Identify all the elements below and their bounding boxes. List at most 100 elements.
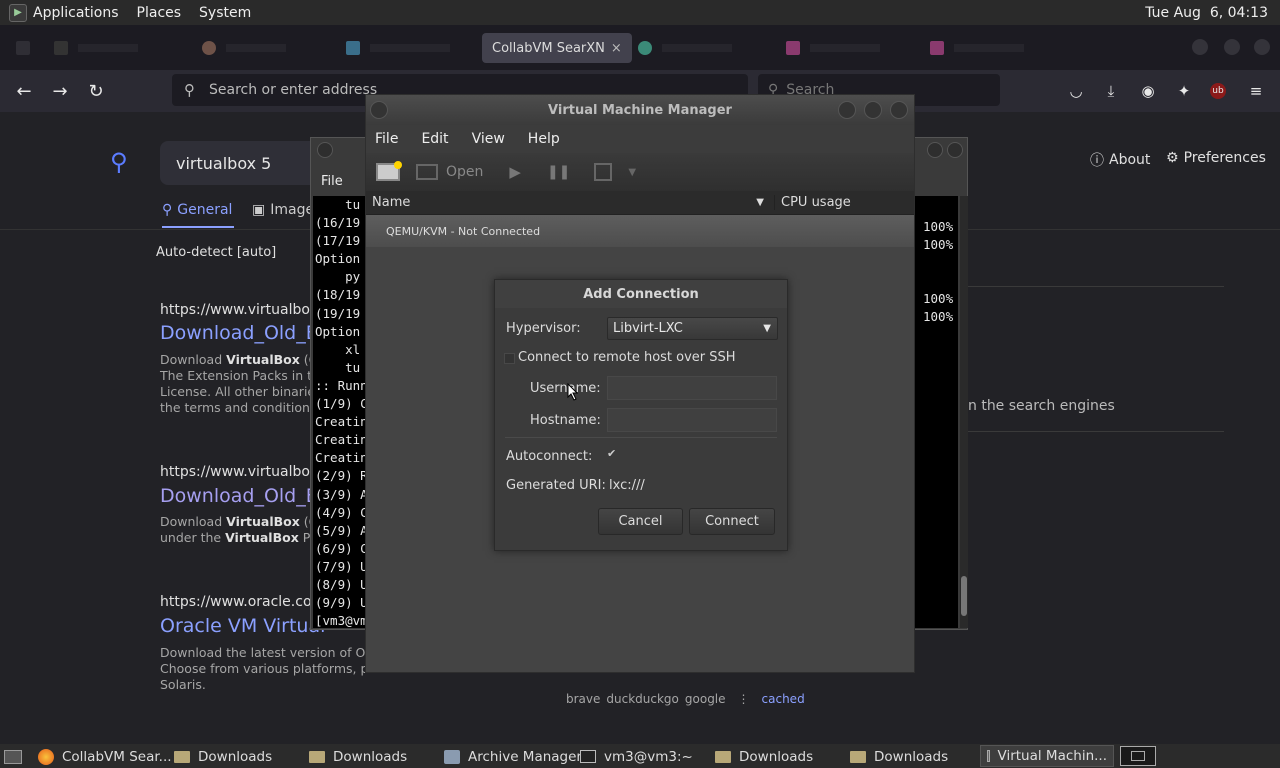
open-button[interactable]: Open: [446, 164, 483, 180]
window-menu-icon[interactable]: [317, 142, 333, 158]
close-window-icon[interactable]: [1254, 39, 1270, 55]
terminal-menu-file[interactable]: File: [321, 174, 343, 189]
folder-icon: [174, 750, 190, 763]
ublock-icon[interactable]: ub: [1210, 83, 1226, 99]
taskbar-item-virtual-machine-manager[interactable]: Virtual Machin...: [980, 745, 1114, 767]
query-input[interactable]: virtualbox 5: [160, 141, 320, 185]
workspace-switcher[interactable]: [1120, 746, 1156, 766]
menu-icon[interactable]: ≡: [1246, 81, 1266, 101]
maximize-icon[interactable]: [864, 101, 882, 119]
minimize-icon[interactable]: [838, 101, 856, 119]
result-url[interactable]: https://www.oracle.com: [160, 594, 325, 610]
column-name[interactable]: Name ▼: [366, 195, 775, 210]
username-field[interactable]: [607, 376, 777, 400]
gnome-foot-icon[interactable]: ▶: [9, 3, 27, 22]
chevron-down-icon: ▼: [763, 323, 771, 334]
preferences-link[interactable]: ⚙ Preferences: [1166, 150, 1266, 166]
tab-overflow[interactable]: [16, 33, 40, 63]
system-menu[interactable]: System: [199, 5, 251, 21]
reload-icon[interactable]: ↻: [84, 79, 108, 103]
show-desktop-icon[interactable]: [4, 747, 22, 766]
hypervisor-select[interactable]: Libvirt-LXC ▼: [607, 317, 778, 340]
tab-collabvm-searxng[interactable]: CollabVM SearXN ×: [482, 33, 632, 63]
connection-row[interactable]: QEMU/KVM - Not Connected: [366, 215, 914, 247]
generated-uri-value: lxc:///: [609, 478, 645, 493]
result-description: Download the latest version of Orac Choo…: [160, 645, 385, 692]
tab-blurred-1[interactable]: [54, 33, 138, 63]
taskbar-item-downloads[interactable]: Downloads: [309, 747, 407, 766]
dialog-title: Add Connection: [495, 280, 787, 308]
scrollbar-thumb[interactable]: [961, 576, 967, 616]
scrollbar[interactable]: [960, 196, 968, 628]
maximize-icon[interactable]: [927, 142, 943, 158]
vmm-titlebar[interactable]: Virtual Machine Manager: [366, 95, 914, 125]
clock[interactable]: Tue Aug 6, 04:13: [1145, 5, 1268, 21]
download-icon[interactable]: ⤓: [1101, 81, 1121, 101]
menu-file[interactable]: File: [375, 131, 398, 147]
ssh-checkbox[interactable]: [504, 353, 515, 364]
result-title[interactable]: Download_Old_B: [160, 485, 319, 507]
cached-link[interactable]: cached: [762, 692, 805, 706]
chevron-down-icon[interactable]: ▼: [628, 167, 636, 178]
tab-general-label: General: [177, 202, 233, 218]
taskbar-item-downloads[interactable]: Downloads: [850, 747, 948, 766]
tab-blurred-2[interactable]: [202, 33, 286, 63]
tab-general[interactable]: ⚲ General: [162, 202, 232, 218]
language-select[interactable]: Auto-detect [auto]: [156, 245, 276, 260]
taskbar-item-archive-manager[interactable]: Archive Manager: [444, 747, 582, 766]
autoconnect-checkbox[interactable]: ✔: [607, 447, 616, 460]
add-connection-dialog[interactable]: Add Connection Hypervisor: Libvirt-LXC ▼…: [494, 279, 788, 551]
result-url[interactable]: https://www.virtualbox.o: [160, 464, 331, 480]
terminal-icon: [580, 750, 596, 763]
pause-icon[interactable]: ❚❚: [547, 164, 570, 180]
extensions-icon[interactable]: ✦: [1174, 81, 1194, 101]
search-icon: ⚲: [162, 202, 173, 218]
column-cpu-usage[interactable]: CPU usage: [775, 195, 851, 210]
tab-blurred-5[interactable]: [786, 33, 880, 63]
places-menu[interactable]: Places: [137, 5, 182, 21]
taskbar-item-firefox[interactable]: CollabVM Sear...: [38, 747, 172, 766]
result-title[interactable]: Oracle VM Virtual: [160, 615, 325, 637]
menu-view[interactable]: View: [472, 131, 505, 147]
address-placeholder: Search or enter address: [209, 82, 378, 98]
cancel-button[interactable]: Cancel: [598, 508, 683, 535]
forward-icon[interactable]: →: [48, 79, 72, 103]
pocket-icon[interactable]: ◡: [1066, 81, 1086, 101]
searxng-logo-icon[interactable]: ⚲: [110, 148, 128, 176]
maximize-icon[interactable]: [1224, 39, 1240, 55]
play-icon[interactable]: ▶: [509, 163, 521, 181]
divider: [968, 431, 1224, 432]
minimize-icon[interactable]: [1192, 39, 1208, 55]
stop-icon[interactable]: [594, 163, 613, 181]
hostname-field[interactable]: [607, 408, 777, 432]
vm-list-header: Name ▼ CPU usage: [366, 191, 914, 215]
tab-blurred-6[interactable]: [930, 33, 1024, 63]
connect-button[interactable]: Connect: [689, 508, 775, 535]
close-icon[interactable]: ×: [611, 41, 622, 56]
new-vm-icon[interactable]: [376, 161, 402, 181]
query-value: virtualbox 5: [176, 153, 272, 173]
taskbar-item-downloads[interactable]: Downloads: [174, 747, 272, 766]
account-icon[interactable]: ◉: [1138, 81, 1158, 101]
tab-blurred-3[interactable]: [346, 33, 450, 63]
close-icon[interactable]: [947, 142, 963, 158]
result-url[interactable]: https://www.virtualbox.o: [160, 302, 331, 318]
applications-menu[interactable]: Applications: [33, 5, 119, 21]
menu-edit[interactable]: Edit: [421, 131, 448, 147]
window-menu-icon[interactable]: [370, 101, 388, 119]
taskbar-label: Downloads: [198, 748, 273, 765]
tab-blurred-4[interactable]: [638, 33, 732, 63]
menu-help[interactable]: Help: [528, 131, 560, 147]
result-description: Download VirtualBox (Ol The Extension Pa…: [160, 352, 329, 415]
ssh-label[interactable]: Connect to remote host over SSH: [518, 350, 736, 365]
taskbar-item-downloads[interactable]: Downloads: [715, 747, 813, 766]
back-icon[interactable]: ←: [12, 79, 36, 103]
vmm-title: Virtual Machine Manager: [548, 102, 732, 118]
close-icon[interactable]: [890, 101, 908, 119]
result-footer: brave duckduckgo google ⋮ cached: [566, 692, 805, 706]
result-title[interactable]: Download_Old_B: [160, 322, 319, 344]
column-name-label: Name: [372, 195, 411, 210]
about-link[interactable]: ⓘ About: [1090, 150, 1150, 170]
taskbar-item-terminal[interactable]: vm3@vm3:~: [580, 747, 693, 766]
progress-percent: 100%: [923, 309, 954, 324]
